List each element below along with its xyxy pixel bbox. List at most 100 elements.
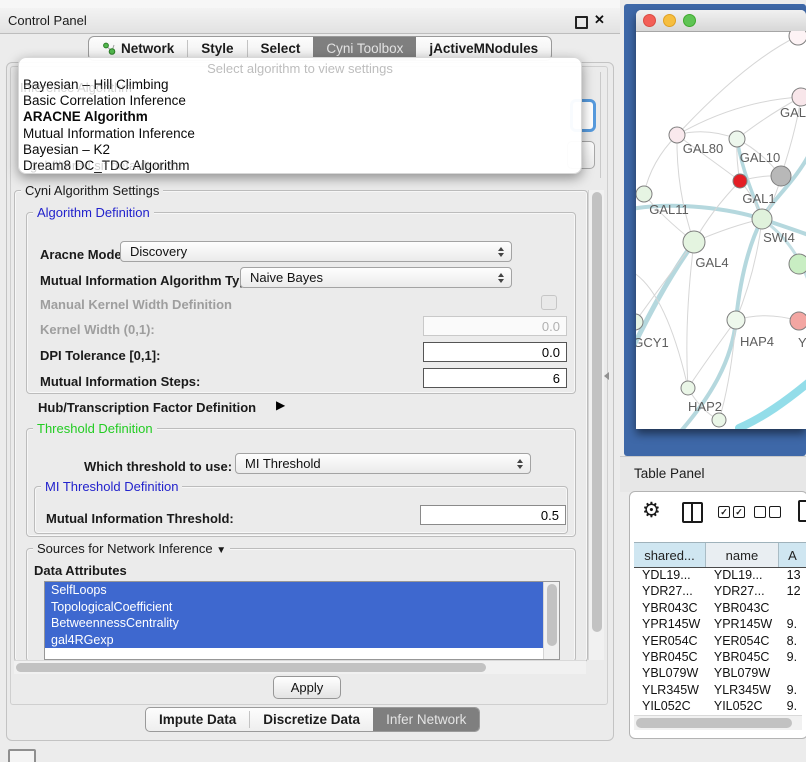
algorithm-option[interactable]: Basic Correlation Inference [23, 93, 577, 109]
aracne-mode-value: Discovery [130, 244, 187, 259]
table-row[interactable]: YIL052CYIL052C9. [634, 698, 806, 714]
column-header[interactable]: shared... [634, 543, 706, 567]
table-row[interactable]: YLR345WYLR345W9. [634, 682, 806, 698]
network-node[interactable] [733, 174, 747, 188]
ghost-inference-algorithm: Inference Algorithm [20, 80, 132, 95]
table-cell: YDR27... [706, 583, 779, 599]
list-vertical-scrollbar[interactable] [543, 582, 559, 659]
mi-steps-label: Mutual Information Steps: [40, 374, 200, 389]
network-node[interactable] [789, 31, 806, 45]
table-horizontal-scrollbar[interactable] [634, 715, 802, 730]
network-edge[interactable] [739, 383, 806, 428]
table-row[interactable]: YPR145WYPR145W9. [634, 616, 806, 632]
control-panel-titlebar: Control Panel ✕ [0, 8, 620, 34]
which-threshold-value: MI Threshold [245, 456, 321, 471]
table-cell: YPR145W [706, 616, 779, 632]
network-node[interactable] [712, 413, 726, 427]
float-icon[interactable] [575, 16, 588, 29]
network-node-gal11[interactable] [636, 186, 652, 202]
apply-button[interactable]: Apply [273, 676, 341, 699]
split-columns-icon[interactable] [682, 502, 703, 523]
table-cell: 9. [779, 682, 806, 698]
algorithm-option[interactable]: Mutual Information Inference [23, 126, 577, 142]
network-window-titlebar[interactable] [636, 10, 806, 32]
network-node-gal10[interactable] [729, 131, 745, 147]
network-node-swi4[interactable] [752, 209, 772, 229]
dpi-tolerance-input[interactable]: 0.0 [423, 342, 567, 362]
table-row[interactable]: YER054CYER054C8. [634, 633, 806, 649]
close-icon[interactable]: ✕ [594, 12, 605, 28]
which-threshold-select[interactable]: MI Threshold [235, 453, 531, 474]
network-canvas[interactable]: GALGAL80GAL10GAL1GAL11SWI4GAL4GCY1HAP4YH… [636, 31, 806, 429]
panel-title: Control Panel [8, 13, 87, 28]
node-label: GAL [780, 105, 806, 120]
collapse-arrow-icon[interactable]: ▶ [276, 398, 285, 412]
data-attributes-label: Data Attributes [34, 563, 127, 578]
splitter-collapse-arrow[interactable] [604, 372, 609, 380]
table-row[interactable]: YBL079WYBL079W [634, 665, 806, 681]
network-edge[interactable] [677, 36, 798, 135]
network-node-hap2[interactable] [681, 381, 695, 395]
tab-impute-data[interactable]: Impute Data [146, 708, 249, 731]
network-node[interactable] [771, 166, 791, 186]
ghost-network-combo-value: gal-filtered sif default node [30, 158, 182, 173]
table-cell: YBL079W [706, 665, 779, 681]
mi-type-select[interactable]: Naive Bayes [240, 267, 512, 288]
table-panel-strip: Table Panel [620, 456, 806, 492]
tab-infer-network[interactable]: Infer Network [373, 708, 479, 731]
close-traffic-light[interactable] [643, 14, 656, 27]
page-icon[interactable] [798, 500, 806, 522]
table-row[interactable]: YDL19...YDL19...13 [634, 567, 806, 583]
zoom-traffic-light[interactable] [683, 14, 696, 27]
manual-kernel-checkbox[interactable] [541, 295, 557, 310]
attribute-list-item[interactable]: BetweennessCentrality [45, 615, 559, 632]
table-cell [779, 600, 806, 616]
network-node-gal4[interactable] [683, 231, 705, 253]
table-row[interactable]: YDR27...YDR27...12 [634, 583, 806, 599]
attribute-list-item[interactable]: SelfLoops [45, 582, 559, 599]
algorithm-option[interactable]: Bayesian – K2 [23, 142, 577, 158]
node-label: GAL11 [649, 202, 689, 217]
expand-arrow-icon[interactable]: ▼ [216, 545, 226, 556]
network-window[interactable]: GALGAL80GAL10GAL1GAL11SWI4GAL4GCY1HAP4YH… [636, 10, 806, 429]
tab-discretize-data[interactable]: Discretize Data [250, 708, 373, 731]
algorithm-option[interactable]: ARACNE Algorithm [23, 109, 577, 125]
network-edge[interactable] [687, 242, 694, 388]
occluded-groupbox-border [600, 72, 601, 178]
mi-type-value: Naive Bayes [250, 270, 323, 285]
minimize-traffic-light[interactable] [663, 14, 676, 27]
aracne-mode-select[interactable]: Discovery [120, 241, 512, 262]
node-label: GAL80 [683, 141, 723, 156]
node-label: Y [798, 335, 806, 350]
gear-icon[interactable]: ⚙ [642, 498, 661, 523]
network-edge[interactable] [736, 219, 762, 320]
network-node-hap4[interactable] [727, 311, 745, 329]
attribute-list-item[interactable]: TopologicalCoefficient [45, 599, 559, 616]
which-threshold-label: Which threshold to use: [84, 459, 232, 474]
network-node-y[interactable] [790, 312, 806, 330]
table-cell: 9. [779, 698, 806, 714]
settings-vertical-scrollbar[interactable] [588, 190, 604, 660]
network-node[interactable] [789, 254, 806, 274]
hub-section-label[interactable]: Hub/Transcription Factor Definition [38, 400, 256, 415]
manual-kernel-label: Manual Kernel Width Definition [40, 297, 232, 312]
minimized-panel-icon[interactable] [8, 749, 36, 762]
column-header[interactable]: A [779, 543, 806, 567]
network-node-gal[interactable] [792, 88, 806, 106]
mi-steps-input[interactable]: 6 [423, 368, 567, 388]
table-row[interactable]: YBR043CYBR043C [634, 600, 806, 616]
sources-title: Sources for Network Inference [37, 541, 213, 556]
network-edge[interactable] [644, 135, 677, 194]
mi-threshold-input[interactable]: 0.5 [420, 505, 566, 525]
table-cell: 12 [779, 583, 806, 599]
network-edge[interactable] [677, 132, 737, 139]
data-attributes-list[interactable]: SelfLoopsTopologicalCoefficientBetweenne… [44, 581, 560, 660]
table-row[interactable]: YBR045CYBR045C9. [634, 649, 806, 665]
column-header[interactable]: name [706, 543, 779, 567]
deselect-all-checkboxes-icon[interactable] [754, 506, 781, 518]
settings-horizontal-scrollbar[interactable] [14, 660, 586, 674]
attribute-list-item[interactable]: gal4RGexp [45, 632, 559, 649]
kernel-width-input[interactable]: 0.0 [423, 316, 567, 336]
select-all-checkboxes-icon[interactable]: ✓✓ [718, 506, 745, 518]
table-cell: YBR045C [634, 649, 706, 665]
